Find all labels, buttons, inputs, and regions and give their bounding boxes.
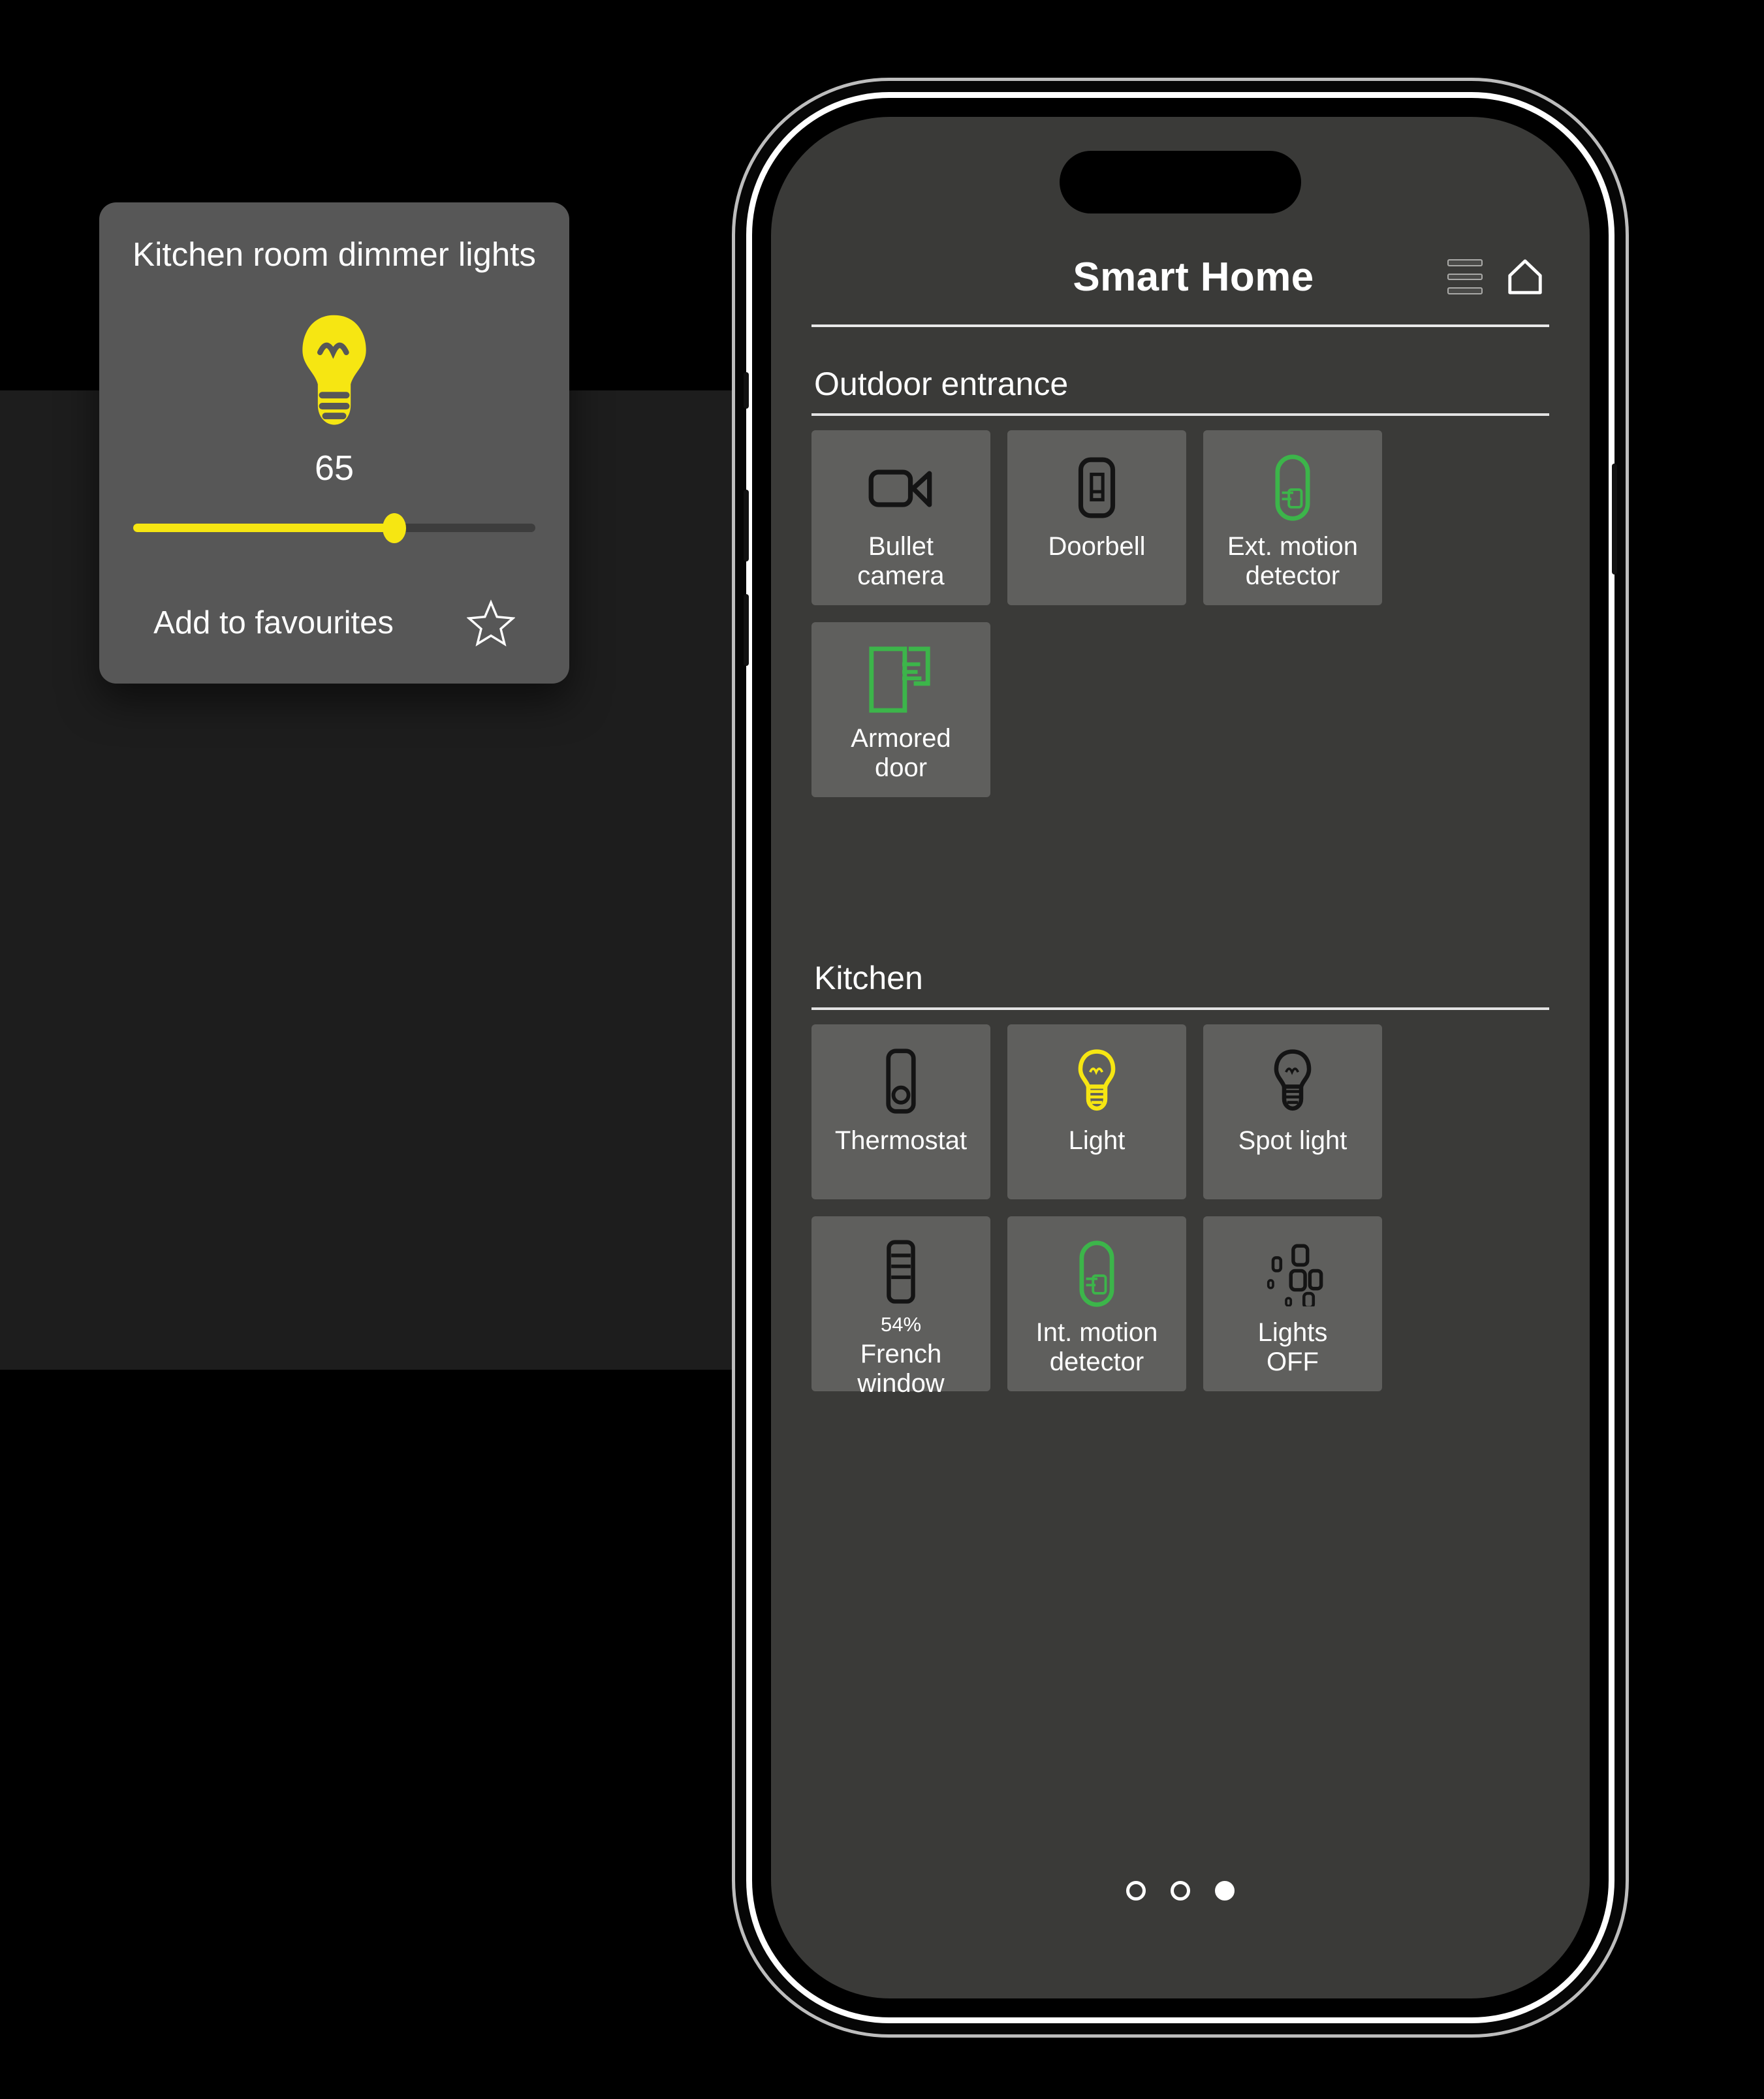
star-outline-icon[interactable] — [466, 599, 515, 647]
hamburger-menu-icon[interactable] — [1447, 259, 1483, 295]
dimmer-value: 65 — [314, 449, 354, 488]
phone-power-button — [1612, 464, 1617, 575]
tile-label: Thermostat — [834, 1126, 968, 1155]
device-grid: Thermostat Light Spot light 54% French w… — [771, 1010, 1590, 1398]
tile-label: Doorbell — [1048, 532, 1146, 561]
tile-label: Lights OFF — [1257, 1318, 1328, 1376]
tile-value: 54% — [880, 1313, 922, 1336]
lights-off-scene-icon — [1260, 1239, 1325, 1309]
dynamic-island — [1060, 151, 1301, 213]
light-bulb-icon — [1271, 1047, 1314, 1117]
tile-label: Spot light — [1238, 1126, 1347, 1155]
header-divider — [811, 324, 1549, 327]
tile-doorbell[interactable]: Doorbell — [1007, 430, 1186, 605]
page-title: Smart Home — [1073, 254, 1314, 300]
section-title: Kitchen — [814, 960, 923, 996]
dialog-title: Kitchen room dimmer lights — [133, 236, 536, 273]
phone-silent-switch — [744, 372, 749, 409]
motion-detector-icon — [1274, 452, 1312, 523]
phone-device: Smart Home Outdoor entrance Bullet camer… — [744, 98, 1617, 2017]
section-outdoor-entrance: Outdoor entrance Bullet camera Doorbell … — [771, 365, 1590, 797]
section-title: Outdoor entrance — [814, 366, 1069, 402]
home-icon[interactable] — [1505, 257, 1545, 297]
tile-french-window[interactable]: 54% French window — [811, 1216, 990, 1398]
tile-bullet-camera[interactable]: Bullet camera — [811, 430, 990, 605]
video-camera-icon — [867, 452, 935, 523]
tile-lights-off-scene[interactable]: Lights OFF — [1203, 1216, 1382, 1391]
page-dot-2[interactable] — [1171, 1881, 1190, 1901]
motion-detector-icon — [1078, 1239, 1116, 1309]
light-bulb-filled-icon[interactable] — [99, 311, 569, 434]
header-actions — [1447, 257, 1545, 297]
page-dot-3[interactable] — [1215, 1881, 1235, 1901]
dimmer-dialog: Kitchen room dimmer lights 65 Add to fav… — [99, 202, 569, 684]
armored-door-icon — [866, 644, 936, 715]
page-indicator — [771, 1881, 1590, 1901]
tile-spot-light[interactable]: Spot light — [1203, 1024, 1382, 1199]
slider-thumb[interactable] — [383, 513, 407, 544]
phone-volume-down-button — [744, 594, 749, 666]
tile-label: Int. motion detector — [1035, 1318, 1158, 1376]
add-to-favourites-label: Add to favourites — [153, 605, 394, 640]
tile-ext-motion-detector[interactable]: Ext. motion detector — [1203, 430, 1382, 605]
tile-label: Bullet camera — [857, 532, 945, 590]
tile-label: Ext. motion detector — [1227, 532, 1359, 590]
tile-label: Armored door — [851, 724, 951, 782]
tile-armored-door[interactable]: Armored door — [811, 622, 990, 797]
tile-thermostat[interactable]: Thermostat — [811, 1024, 990, 1199]
tile-light[interactable]: Light — [1007, 1024, 1186, 1199]
tile-label: Light — [1068, 1126, 1126, 1155]
add-to-favourites-row[interactable]: Add to favourites — [99, 599, 569, 647]
phone-volume-up-button — [744, 490, 749, 561]
tile-int-motion-detector[interactable]: Int. motion detector — [1007, 1216, 1186, 1391]
thermostat-icon — [882, 1047, 920, 1117]
slider-fill — [133, 524, 395, 533]
tile-label: French window — [857, 1340, 945, 1398]
light-bulb-icon — [1075, 1047, 1118, 1117]
dimmer-slider[interactable] — [133, 509, 535, 544]
section-kitchen: Kitchen Thermostat Light Spot light 54% … — [771, 959, 1590, 1398]
phone-screen: Smart Home Outdoor entrance Bullet camer… — [771, 117, 1590, 1998]
doorbell-icon — [1077, 452, 1117, 523]
app-header: Smart Home — [771, 234, 1590, 319]
device-grid: Bullet camera Doorbell Ext. motion detec… — [771, 416, 1590, 797]
page-dot-1[interactable] — [1126, 1881, 1146, 1901]
shutter-icon — [883, 1239, 919, 1305]
